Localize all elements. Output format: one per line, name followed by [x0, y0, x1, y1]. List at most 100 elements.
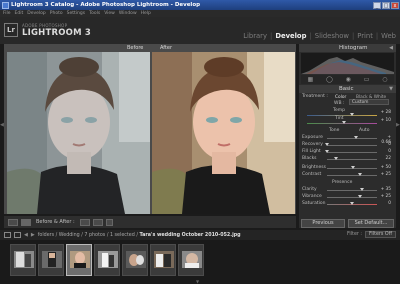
graduated-filter-icon[interactable]: ▭	[364, 75, 370, 84]
blacks-label: Blacks	[302, 156, 317, 161]
filmstrip-thumbnail[interactable]	[150, 244, 176, 276]
module-develop[interactable]: Develop	[275, 32, 306, 40]
menu-help[interactable]: Help	[141, 11, 151, 16]
after-label: After	[160, 45, 173, 51]
white-balance-select[interactable]: Custom	[349, 99, 389, 105]
blacks-value[interactable]: 22	[379, 156, 391, 161]
before-after-view-button[interactable]	[21, 218, 31, 226]
secondary-window-icon[interactable]	[4, 232, 11, 238]
filmstrip-thumbnail-selected[interactable]	[66, 244, 92, 276]
clarity-label: Clarity	[302, 187, 317, 192]
filmstrip-toggle-icon[interactable]: ▼	[196, 279, 199, 284]
minimize-button[interactable]: _	[373, 1, 381, 9]
tone-label: Tone	[329, 128, 340, 133]
filmstrip-navigation: ◀ ▶ folders / Wedding / 7 photos / 1 sel…	[0, 230, 400, 240]
maximize-button[interactable]: □	[382, 1, 390, 9]
filmstrip-thumbnail[interactable]	[122, 244, 148, 276]
copy-before-to-after-button[interactable]	[79, 218, 90, 226]
brand-title: LIGHTROOM 3	[22, 28, 91, 38]
forward-arrow-icon[interactable]: ▶	[31, 232, 35, 238]
recovery-label: Recovery	[302, 142, 323, 147]
basic-header[interactable]: Basic ▼	[299, 85, 396, 93]
blacks-slider-knob[interactable]	[334, 157, 338, 160]
recovery-slider-knob[interactable]	[325, 143, 329, 146]
menu-view[interactable]: View	[104, 11, 115, 16]
menu-window[interactable]: Window	[119, 11, 137, 16]
saturation-value[interactable]: 0	[379, 201, 391, 206]
thumbnail-image	[126, 251, 146, 268]
adjustment-brush-icon[interactable]: ○	[382, 75, 387, 84]
filter-select[interactable]: Filters Off	[365, 231, 396, 238]
current-file-name: Tara's wedding October 2010-052.jpg	[139, 232, 241, 238]
filmstrip-thumbnail[interactable]	[38, 244, 64, 276]
close-button[interactable]: x	[391, 1, 399, 9]
swap-before-after-button[interactable]	[105, 218, 113, 226]
loupe-view-button[interactable]	[8, 218, 18, 226]
module-web[interactable]: Web	[381, 32, 396, 40]
menu-settings[interactable]: Settings	[67, 11, 85, 16]
develop-right-panel: Histogram ◀ ▦ ◯ ◉ ▭ ○ Basic ▼ Treatment …	[299, 44, 396, 228]
before-label: Before	[127, 45, 144, 51]
back-arrow-icon[interactable]: ◀	[24, 232, 28, 238]
module-separator: |	[375, 32, 379, 40]
contrast-slider-knob[interactable]	[358, 173, 362, 176]
previous-button[interactable]: Previous	[301, 219, 345, 228]
collapse-triangle-icon[interactable]: ◀	[389, 44, 393, 52]
menu-tools[interactable]: Tools	[89, 11, 100, 16]
contrast-slider[interactable]	[327, 175, 377, 176]
menu-photo[interactable]: Photo	[50, 11, 63, 16]
exposure-label: Exposure	[302, 135, 323, 140]
treatment-color-option[interactable]: Color	[335, 95, 346, 100]
temp-value[interactable]: + 28	[379, 110, 391, 115]
recovery-slider[interactable]	[327, 145, 377, 146]
vibrance-slider-knob[interactable]	[358, 195, 362, 198]
clarity-value[interactable]: + 35	[379, 187, 391, 192]
spot-removal-icon[interactable]: ◯	[326, 75, 333, 84]
saturation-slider-knob[interactable]	[350, 202, 354, 205]
menu-file[interactable]: File	[3, 11, 11, 16]
recovery-value[interactable]: 0	[379, 142, 391, 147]
grid-view-icon[interactable]	[14, 232, 21, 238]
app-icon	[2, 1, 9, 9]
histogram-header[interactable]: Histogram ◀	[299, 44, 396, 52]
filmstrip-thumbnail[interactable]	[10, 244, 36, 276]
brightness-slider-knob[interactable]	[351, 166, 355, 169]
exposure-slider-knob[interactable]	[354, 136, 358, 139]
preview-toolbar: Before & After :	[4, 216, 296, 228]
treatment-label: Treatment :	[302, 94, 328, 99]
tone-auto-button[interactable]: Auto	[359, 128, 369, 133]
filmstrip-thumbnail[interactable]	[94, 244, 120, 276]
crop-icon[interactable]: ▦	[307, 75, 313, 84]
collapse-triangle-icon[interactable]: ▼	[389, 85, 393, 93]
menu-bar: File Edit Develop Photo Settings Tools V…	[0, 10, 400, 17]
tint-slider-knob[interactable]	[342, 121, 346, 124]
fill-light-slider-knob[interactable]	[325, 150, 329, 153]
fill-light-value[interactable]: 0	[379, 149, 391, 154]
clarity-slider-knob[interactable]	[360, 188, 364, 191]
module-slideshow[interactable]: Slideshow	[315, 32, 349, 40]
module-library[interactable]: Library	[243, 32, 267, 40]
before-photo[interactable]	[7, 52, 150, 214]
vibrance-slider[interactable]	[327, 197, 377, 198]
vibrance-value[interactable]: + 25	[379, 194, 391, 199]
module-print[interactable]: Print	[357, 32, 373, 40]
right-panel-toggle-icon[interactable]: ▶	[396, 122, 400, 128]
clarity-slider[interactable]	[327, 190, 377, 191]
tint-value[interactable]: + 10	[379, 118, 391, 123]
menu-develop[interactable]: Develop	[27, 11, 46, 16]
filmstrip-thumbnail[interactable]	[178, 244, 204, 276]
exposure-slider[interactable]	[327, 138, 377, 139]
copy-after-to-before-button[interactable]	[92, 218, 103, 226]
after-photo[interactable]	[152, 52, 295, 214]
source-breadcrumb: folders / Wedding / 7 photos / 1 selecte…	[38, 233, 241, 238]
module-picker: Library | Develop | Slideshow | Print | …	[243, 32, 396, 40]
before-after-label: Before & After :	[36, 219, 75, 225]
contrast-label: Contrast	[302, 172, 322, 177]
red-eye-icon[interactable]: ◉	[346, 75, 351, 84]
set-default-button[interactable]: Set Default...	[348, 219, 394, 228]
brightness-value[interactable]: + 50	[379, 165, 391, 170]
contrast-value[interactable]: + 25	[379, 172, 391, 177]
temp-slider-knob[interactable]	[350, 113, 354, 116]
menu-edit[interactable]: Edit	[15, 11, 24, 16]
fill-light-slider[interactable]	[327, 152, 377, 153]
